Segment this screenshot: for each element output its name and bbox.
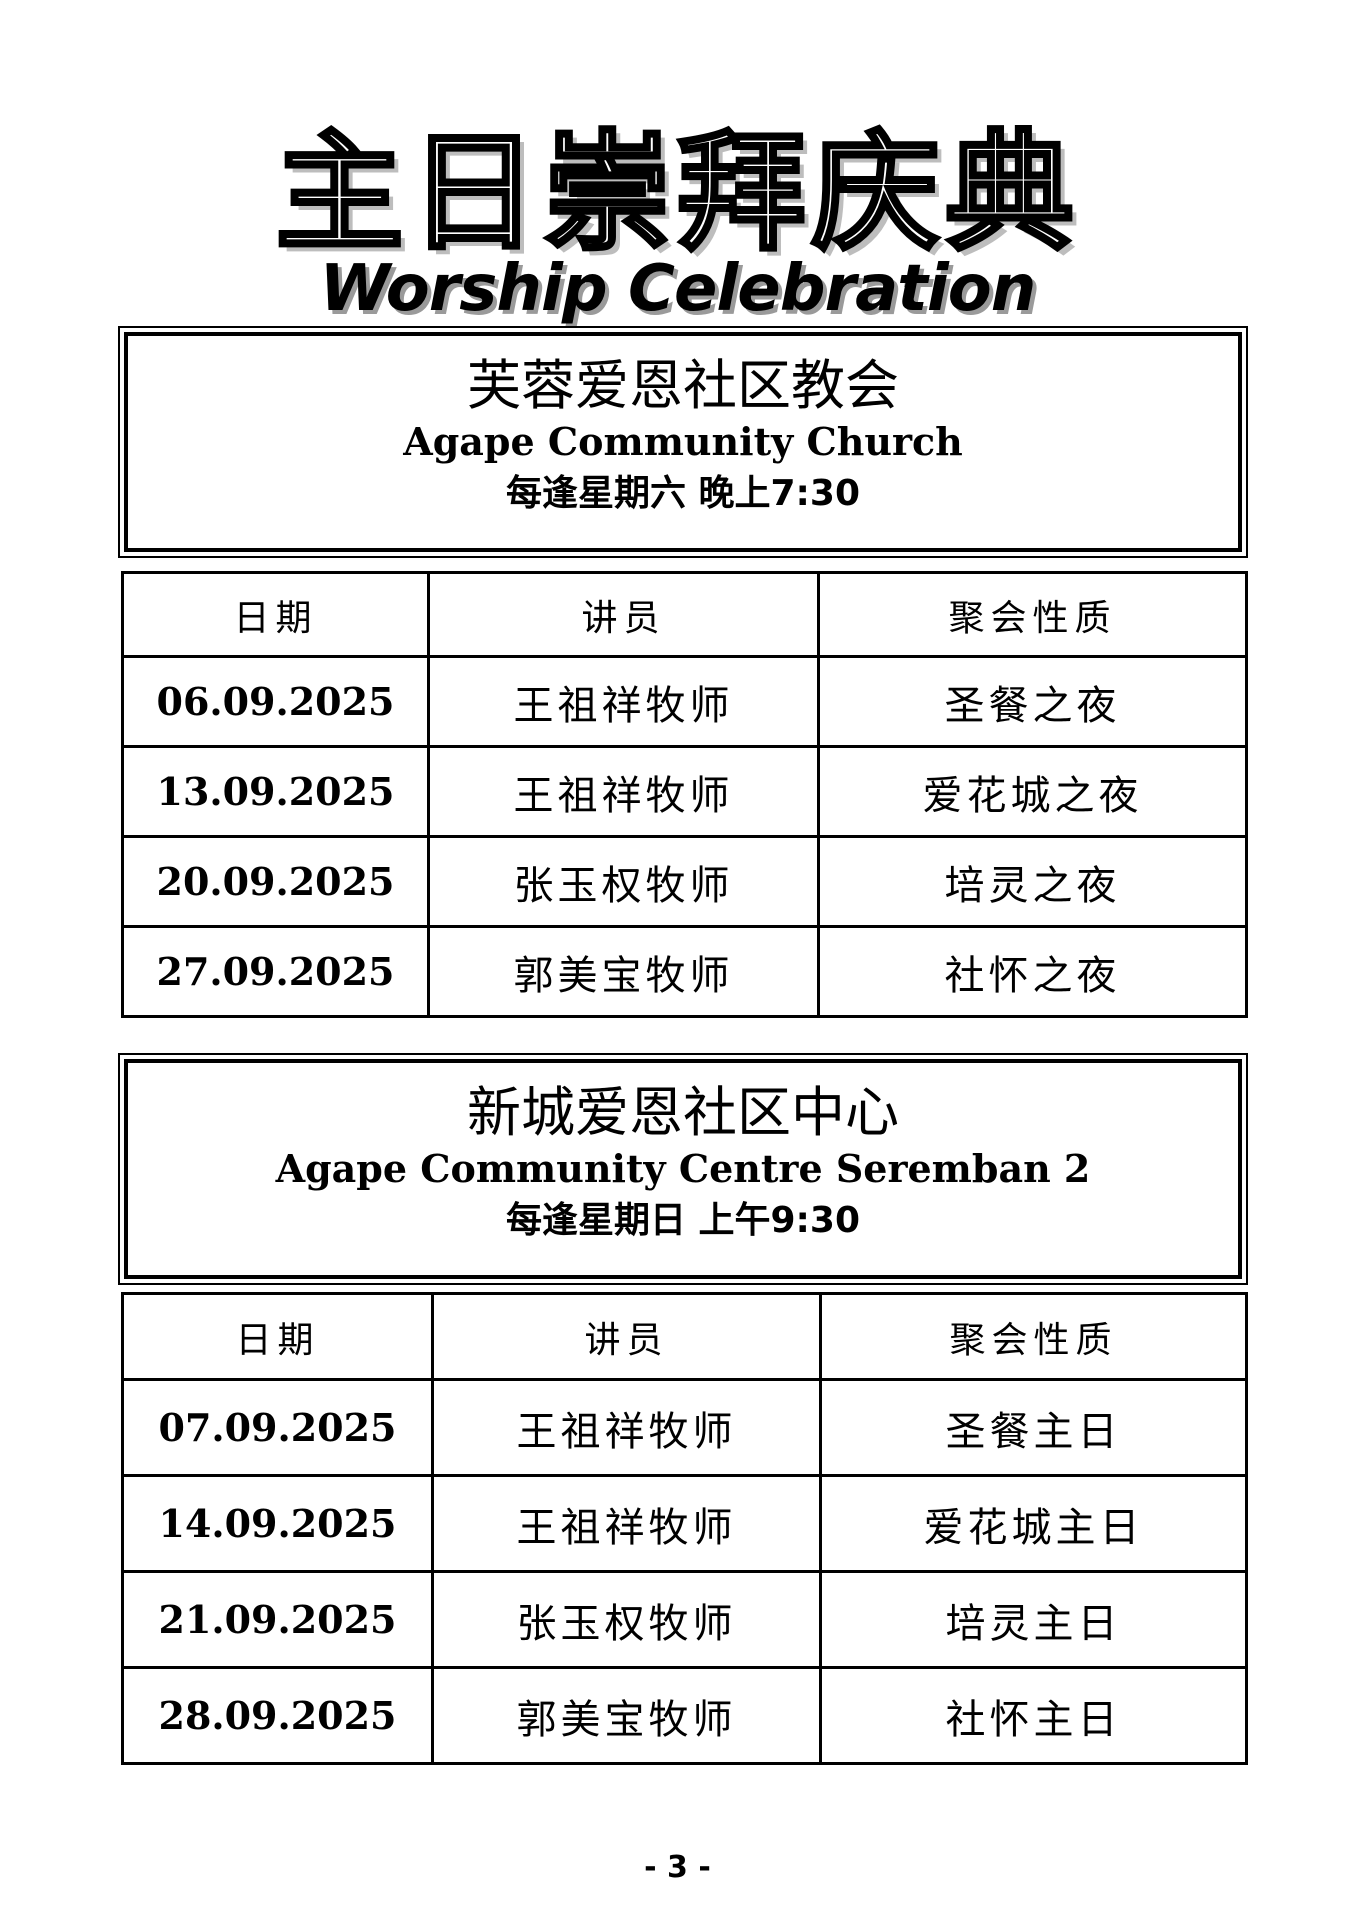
cell-speaker: 王祖祥牧师: [427, 655, 820, 748]
cell-speaker: 张玉权牧师: [431, 1570, 822, 1669]
table-row: 07.09.2025 王祖祥牧师 圣餐主日: [121, 1378, 1248, 1477]
cell-service-type: 培灵之夜: [817, 835, 1248, 928]
cell-date: 07.09.2025: [121, 1378, 434, 1477]
cell-service-type: 社怀主日: [819, 1666, 1248, 1765]
page-number: - 3 -: [644, 1850, 711, 1885]
column-header-date: 日期: [121, 1292, 434, 1381]
cell-speaker: 郭美宝牧师: [427, 925, 820, 1018]
column-header-speaker: 讲员: [427, 571, 820, 658]
page-title-english: Worship Celebration: [319, 252, 1037, 326]
cell-date: 14.09.2025: [121, 1474, 434, 1573]
church-name-english: Agape Community Church: [403, 419, 963, 464]
cell-service-type: 圣餐主日: [819, 1378, 1248, 1477]
table-row: 27.09.2025 郭美宝牧师 社怀之夜: [121, 925, 1248, 1018]
column-header-date: 日期: [121, 571, 430, 658]
schedule-table-1: 日期 讲员 聚会性质 06.09.2025 王祖祥牧师 圣餐之夜 13.09.2…: [121, 571, 1248, 1018]
cell-speaker: 郭美宝牧师: [431, 1666, 822, 1765]
cell-service-type: 爱花城之夜: [817, 745, 1248, 838]
cell-date: 13.09.2025: [121, 745, 430, 838]
table-row: 21.09.2025 张玉权牧师 培灵主日: [121, 1570, 1248, 1669]
church-name-english: Agape Community Centre Seremban 2: [275, 1146, 1091, 1191]
church-info-inner-2: 新城爱恩社区中心 Agape Community Centre Seremban…: [124, 1059, 1242, 1279]
cell-date: 20.09.2025: [121, 835, 430, 928]
cell-speaker: 王祖祥牧师: [431, 1378, 822, 1477]
table-row: 28.09.2025 郭美宝牧师 社怀主日: [121, 1666, 1248, 1765]
cell-service-type: 爱花城主日: [819, 1474, 1248, 1573]
church-info-box-1: 芙蓉爱恩社区教会 Agape Community Church 每逢星期六 晚上…: [118, 326, 1248, 558]
cell-speaker: 王祖祥牧师: [431, 1474, 822, 1573]
cell-date: 06.09.2025: [121, 655, 430, 748]
church-name-chinese: 新城爱恩社区中心: [467, 1081, 899, 1144]
column-header-service-type: 聚会性质: [819, 1292, 1248, 1381]
church-info-box-2: 新城爱恩社区中心 Agape Community Centre Seremban…: [118, 1053, 1248, 1285]
cell-date: 28.09.2025: [121, 1666, 434, 1765]
cell-speaker: 张玉权牧师: [427, 835, 820, 928]
column-header-speaker: 讲员: [431, 1292, 822, 1381]
cell-service-type: 社怀之夜: [817, 925, 1248, 1018]
cell-service-type: 圣餐之夜: [817, 655, 1248, 748]
cell-service-type: 培灵主日: [819, 1570, 1248, 1669]
page-title-chinese: 主日崇拜庆典: [273, 119, 1080, 268]
church-info-inner-1: 芙蓉爱恩社区教会 Agape Community Church 每逢星期六 晚上…: [124, 332, 1242, 552]
cell-date: 21.09.2025: [121, 1570, 434, 1669]
schedule-table-2: 日期 讲员 聚会性质 07.09.2025 王祖祥牧师 圣餐主日 14.09.2…: [121, 1292, 1248, 1765]
column-header-service-type: 聚会性质: [817, 571, 1248, 658]
table-row: 06.09.2025 王祖祥牧师 圣餐之夜: [121, 655, 1248, 748]
cell-date: 27.09.2025: [121, 925, 430, 1018]
table-header-row: 日期 讲员 聚会性质: [121, 1292, 1248, 1381]
table-header-row: 日期 讲员 聚会性质: [121, 571, 1248, 658]
table-row: 13.09.2025 王祖祥牧师 爱花城之夜: [121, 745, 1248, 838]
page-header: 主日崇拜庆典 Worship Celebration: [0, 119, 1355, 326]
cell-speaker: 王祖祥牧师: [427, 745, 820, 838]
table-row: 20.09.2025 张玉权牧师 培灵之夜: [121, 835, 1248, 928]
service-time: 每逢星期六 晚上7:30: [505, 473, 861, 514]
table-row: 14.09.2025 王祖祥牧师 爱花城主日: [121, 1474, 1248, 1573]
service-time: 每逢星期日 上午9:30: [505, 1200, 861, 1241]
church-name-chinese: 芙蓉爱恩社区教会: [467, 354, 899, 417]
